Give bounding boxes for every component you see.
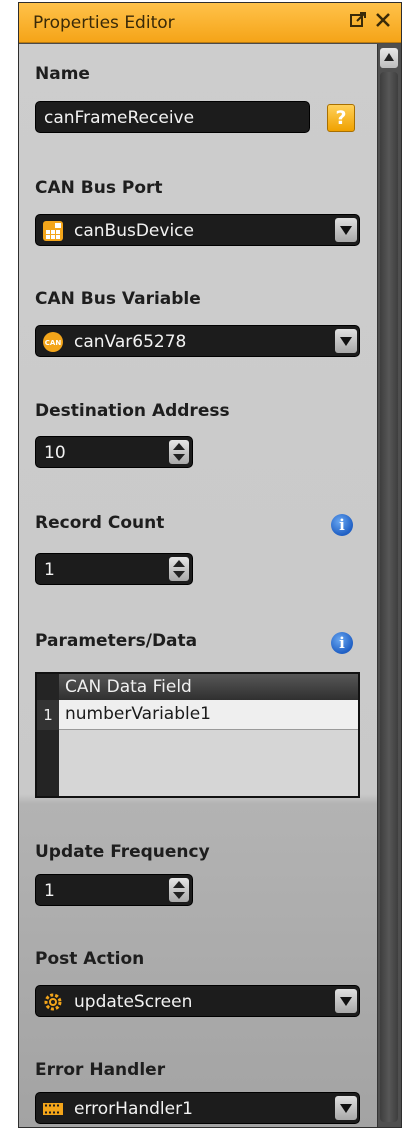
- chevron-down-icon[interactable]: [335, 989, 357, 1013]
- can-bus-port-label: CAN Bus Port: [35, 178, 163, 198]
- update-frequency-label: Update Frequency: [35, 842, 210, 862]
- panel-title: Properties Editor: [33, 13, 175, 33]
- post-action-label: Post Action: [35, 949, 145, 969]
- help-button[interactable]: ?: [327, 104, 355, 132]
- vertical-scrollbar[interactable]: [377, 44, 401, 1127]
- chevron-down-icon[interactable]: [335, 1096, 357, 1120]
- stepper-arrows-icon[interactable]: [169, 557, 189, 581]
- row-number-column: [37, 674, 59, 796]
- post-action-dropdown[interactable]: updateScreen: [35, 985, 360, 1017]
- can-bus-port-dropdown[interactable]: canBusDevice: [35, 214, 360, 246]
- post-action-value: updateScreen: [74, 992, 193, 1012]
- can-device-icon: [42, 220, 64, 242]
- scroll-up-button[interactable]: [380, 48, 398, 68]
- stepper-arrows-icon[interactable]: [169, 878, 189, 902]
- name-label: Name: [35, 64, 90, 84]
- record-count-value: 1: [44, 560, 55, 580]
- destination-address-label: Destination Address: [35, 401, 230, 421]
- can-bus-variable-dropdown[interactable]: CAN canVar65278: [35, 325, 360, 357]
- column-header-can-data-field[interactable]: CAN Data Field: [59, 674, 358, 700]
- scroll-thumb[interactable]: [380, 72, 398, 1122]
- record-count-label: Record Count: [35, 513, 165, 533]
- panel-titlebar[interactable]: Properties Editor: [19, 3, 401, 43]
- gear-icon: [42, 991, 64, 1013]
- parameters-data-label: Parameters/Data: [35, 631, 198, 651]
- can-variable-icon-text: CAN: [45, 339, 62, 347]
- chevron-down-icon[interactable]: [335, 329, 357, 353]
- name-input[interactable]: canFrameReceive: [35, 101, 310, 133]
- table-empty-area: [59, 731, 358, 796]
- properties-content: Name canFrameReceive ? CAN Bus Port canB…: [19, 44, 377, 1127]
- film-strip-icon: [42, 1098, 64, 1120]
- record-count-stepper[interactable]: 1: [35, 553, 193, 585]
- info-icon[interactable]: i: [331, 514, 353, 536]
- parameters-table: CAN Data Field 1 numberVariable1: [35, 672, 360, 798]
- info-icon[interactable]: i: [331, 632, 353, 654]
- popout-icon[interactable]: [349, 11, 367, 34]
- properties-editor-panel: Properties Editor Name canFrameReceive ?…: [18, 2, 402, 1128]
- destination-address-stepper[interactable]: 10: [35, 436, 193, 468]
- can-variable-icon: CAN: [42, 331, 64, 353]
- update-frequency-value: 1: [44, 881, 55, 901]
- error-handler-dropdown[interactable]: errorHandler1: [35, 1092, 360, 1124]
- error-handler-value: errorHandler1: [74, 1099, 193, 1119]
- stepper-arrows-icon[interactable]: [169, 440, 189, 464]
- table-row[interactable]: numberVariable1: [59, 700, 358, 730]
- destination-address-value: 10: [44, 443, 66, 463]
- can-bus-variable-value: canVar65278: [74, 332, 187, 352]
- update-frequency-stepper[interactable]: 1: [35, 874, 193, 906]
- can-bus-variable-label: CAN Bus Variable: [35, 289, 201, 309]
- close-icon[interactable]: [374, 11, 392, 34]
- error-handler-label: Error Handler: [35, 1060, 166, 1080]
- row-number: 1: [37, 700, 59, 730]
- chevron-down-icon[interactable]: [335, 218, 357, 242]
- can-bus-port-value: canBusDevice: [74, 221, 194, 241]
